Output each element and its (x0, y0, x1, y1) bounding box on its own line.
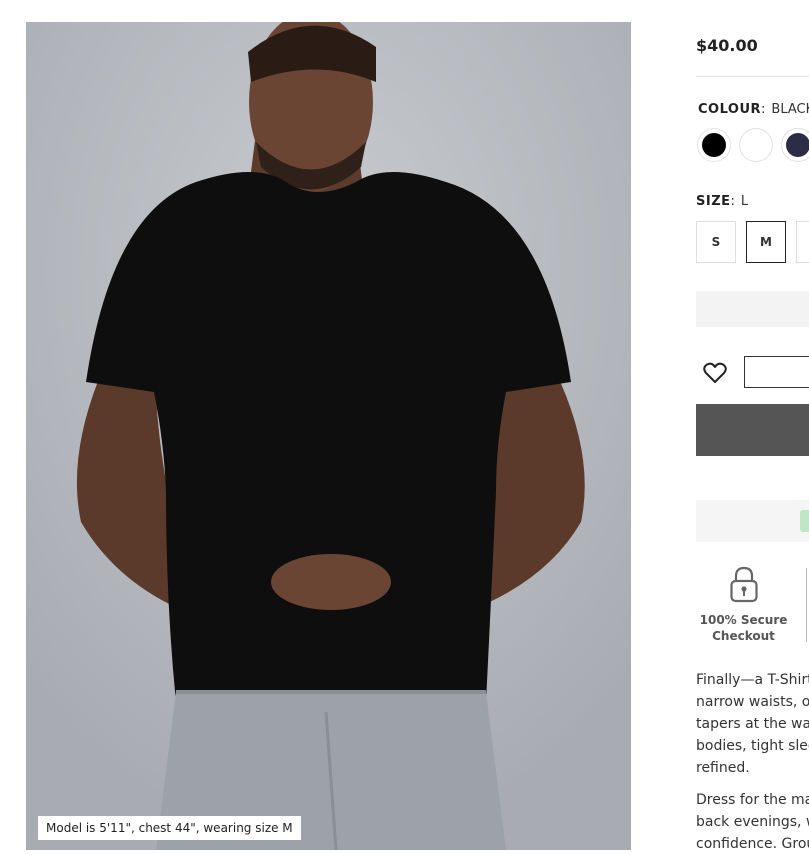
promo-badge (800, 510, 809, 532)
size-guide-bar[interactable] (696, 291, 809, 327)
promo-banner (696, 500, 809, 542)
description-line: Finally—a T-Shirt (696, 672, 809, 688)
quantity-field[interactable] (744, 356, 809, 388)
model-info-caption: Model is 5'11", chest 44", wearing size … (38, 816, 301, 840)
product-photo-illustration (26, 22, 631, 850)
heart-icon[interactable] (703, 362, 727, 384)
size-colon: : (730, 194, 735, 209)
description-line: bodies, tight slee (696, 738, 809, 754)
secure-line-1: 100% Secure (699, 613, 788, 627)
size-selection-label: SIZE: L (696, 194, 748, 209)
colour-label: COLOUR (698, 102, 762, 117)
description-paragraph-1: Finally—a T-Shirt narrow waists, ou tape… (696, 669, 809, 779)
size-selected-value: L (740, 194, 749, 209)
size-option-m[interactable]: M (746, 221, 786, 263)
description-line: confidence. Grou (696, 836, 809, 852)
swatch-white-dot (744, 133, 768, 157)
swatch-black[interactable] (697, 128, 731, 162)
colour-selected-value: BLACK (771, 102, 809, 117)
colour-selection-label: COLOUR: BLACK (698, 102, 809, 117)
padlock-icon (729, 566, 758, 603)
size-option-partial[interactable] (796, 221, 809, 263)
swatch-navy-dot (786, 133, 809, 157)
vertical-separator (806, 568, 807, 642)
add-to-cart-button[interactable] (696, 404, 809, 456)
swatch-navy[interactable] (781, 128, 809, 162)
description-line: refined. (696, 760, 750, 776)
secure-checkout-badge: 100% Secure Checkout (696, 566, 791, 644)
size-option-s[interactable]: S (696, 221, 736, 263)
description-paragraph-2: Dress for the ma back evenings, w confid… (696, 789, 809, 855)
description-line: tapers at the wai (696, 716, 809, 732)
colour-colon: : (761, 102, 766, 117)
description-line: Dress for the ma (696, 792, 809, 808)
product-price: $40.00 (696, 36, 758, 55)
secure-line-2: Checkout (712, 629, 775, 643)
description-line: narrow waists, ou (696, 694, 809, 710)
product-image[interactable]: Model is 5'11", chest 44", wearing size … (26, 22, 631, 850)
swatch-white[interactable] (739, 128, 773, 162)
divider (696, 76, 809, 77)
size-label: SIZE (696, 194, 731, 209)
swatch-black-dot (702, 133, 726, 157)
description-line: back evenings, w (696, 814, 809, 830)
